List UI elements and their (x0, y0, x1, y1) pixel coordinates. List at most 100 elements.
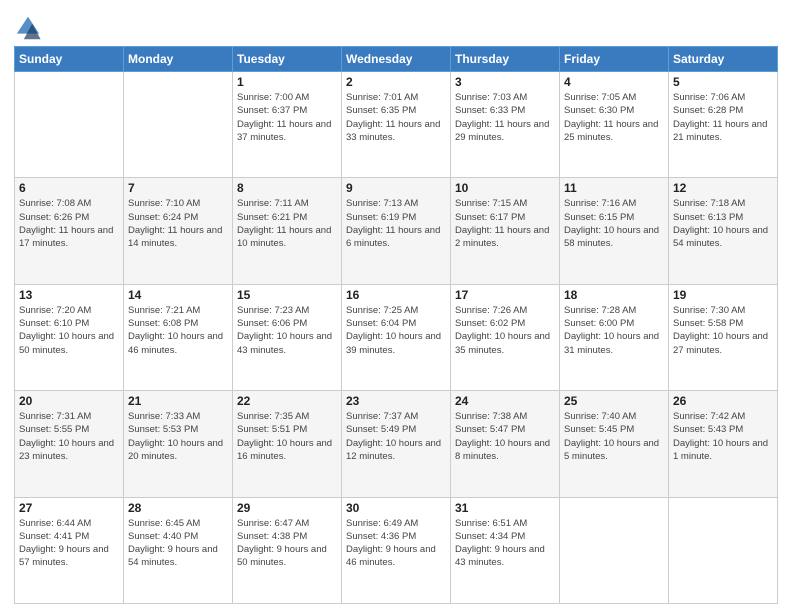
day-info: Sunrise: 7:21 AM Sunset: 6:08 PM Dayligh… (128, 304, 228, 357)
day-info: Sunrise: 6:51 AM Sunset: 4:34 PM Dayligh… (455, 517, 555, 570)
empty-cell (15, 72, 124, 178)
day-info: Sunrise: 7:31 AM Sunset: 5:55 PM Dayligh… (19, 410, 119, 463)
day-number: 26 (673, 394, 773, 408)
day-cell-11: 11Sunrise: 7:16 AM Sunset: 6:15 PM Dayli… (560, 178, 669, 284)
week-row-3: 13 Sunrise: 7:20 AM Sunset: 6:10 PM Dayli… (15, 284, 778, 390)
logo-icon (14, 14, 42, 42)
day-info: Sunrise: 7:15 AM Sunset: 6:17 PM Dayligh… (455, 197, 555, 250)
day-cell-25: 25 Sunrise: 7:40 AM Sunset: 5:45 PM Dayli… (560, 391, 669, 497)
day-info: Sunrise: 7:33 AM Sunset: 5:53 PM Dayligh… (128, 410, 228, 463)
day-cell-22: 22Sunrise: 7:35 AM Sunset: 5:51 PM Dayli… (233, 391, 342, 497)
day-info: Sunrise: 7:10 AM Sunset: 6:24 PM Dayligh… (128, 197, 228, 250)
day-number: 20 (19, 394, 119, 408)
day-number: 4 (564, 75, 664, 89)
header (14, 10, 778, 42)
header-row: SundayMondayTuesdayWednesdayThursdayFrid… (15, 47, 778, 72)
day-number: 15 (237, 288, 337, 302)
week-row-5: 27 Sunrise: 6:44 AM Sunset: 4:41 PM Dayli… (15, 497, 778, 603)
day-info: Sunrise: 7:05 AM Sunset: 6:30 PM Dayligh… (564, 91, 664, 144)
day-info: Sunrise: 7:16 AM Sunset: 6:15 PM Dayligh… (564, 197, 664, 250)
day-info: Sunrise: 7:40 AM Sunset: 5:45 PM Dayligh… (564, 410, 664, 463)
day-info: Sunrise: 7:38 AM Sunset: 5:47 PM Dayligh… (455, 410, 555, 463)
day-cell-16: 16Sunrise: 7:25 AM Sunset: 6:04 PM Dayli… (342, 284, 451, 390)
header-day-sunday: Sunday (15, 47, 124, 72)
day-cell-9: 9Sunrise: 7:13 AM Sunset: 6:19 PM Daylig… (342, 178, 451, 284)
day-cell-26: 26 Sunrise: 7:42 AM Sunset: 5:43 PM Dayli… (669, 391, 778, 497)
day-cell-23: 23 Sunrise: 7:37 AM Sunset: 5:49 PM Dayli… (342, 391, 451, 497)
day-cell-28: 28 Sunrise: 6:45 AM Sunset: 4:40 PM Dayli… (124, 497, 233, 603)
day-number: 30 (346, 501, 446, 515)
day-info: Sunrise: 7:37 AM Sunset: 5:49 PM Dayligh… (346, 410, 446, 463)
day-cell-24: 24 Sunrise: 7:38 AM Sunset: 5:47 PM Dayli… (451, 391, 560, 497)
day-info: Sunrise: 7:06 AM Sunset: 6:28 PM Dayligh… (673, 91, 773, 144)
empty-cell (669, 497, 778, 603)
day-info: Sunrise: 7:00 AM Sunset: 6:37 PM Dayligh… (237, 91, 337, 144)
day-number: 18 (564, 288, 664, 302)
day-cell-15: 15 Sunrise: 7:23 AM Sunset: 6:06 PM Dayli… (233, 284, 342, 390)
day-cell-31: 31 Sunrise: 6:51 AM Sunset: 4:34 PM Dayli… (451, 497, 560, 603)
header-day-friday: Friday (560, 47, 669, 72)
day-number: 24 (455, 394, 555, 408)
day-cell-10: 10 Sunrise: 7:15 AM Sunset: 6:17 PM Dayli… (451, 178, 560, 284)
day-number: 31 (455, 501, 555, 515)
day-cell-8: 8 Sunrise: 7:11 AM Sunset: 6:21 PM Daylig… (233, 178, 342, 284)
day-info: Sunrise: 7:08 AM Sunset: 6:26 PM Dayligh… (19, 197, 119, 250)
day-cell-14: 14 Sunrise: 7:21 AM Sunset: 6:08 PM Dayli… (124, 284, 233, 390)
day-info: Sunrise: 7:18 AM Sunset: 6:13 PM Dayligh… (673, 197, 773, 250)
day-number: 14 (128, 288, 228, 302)
day-info: Sunrise: 6:49 AM Sunset: 4:36 PM Dayligh… (346, 517, 446, 570)
day-cell-6: 6Sunrise: 7:08 AM Sunset: 6:26 PM Daylig… (15, 178, 124, 284)
day-number: 25 (564, 394, 664, 408)
day-info: Sunrise: 7:42 AM Sunset: 5:43 PM Dayligh… (673, 410, 773, 463)
day-cell-30: 30 Sunrise: 6:49 AM Sunset: 4:36 PM Dayli… (342, 497, 451, 603)
day-number: 9 (346, 181, 446, 195)
header-day-thursday: Thursday (451, 47, 560, 72)
header-day-tuesday: Tuesday (233, 47, 342, 72)
week-row-4: 20 Sunrise: 7:31 AM Sunset: 5:55 PM Dayli… (15, 391, 778, 497)
day-cell-20: 20 Sunrise: 7:31 AM Sunset: 5:55 PM Dayli… (15, 391, 124, 497)
day-number: 10 (455, 181, 555, 195)
week-row-1: 1 Sunrise: 7:00 AM Sunset: 6:37 PM Daylig… (15, 72, 778, 178)
week-row-2: 6Sunrise: 7:08 AM Sunset: 6:26 PM Daylig… (15, 178, 778, 284)
day-number: 5 (673, 75, 773, 89)
day-cell-4: 4 Sunrise: 7:05 AM Sunset: 6:30 PM Daylig… (560, 72, 669, 178)
day-cell-5: 5 Sunrise: 7:06 AM Sunset: 6:28 PM Daylig… (669, 72, 778, 178)
day-number: 21 (128, 394, 228, 408)
day-cell-13: 13 Sunrise: 7:20 AM Sunset: 6:10 PM Dayli… (15, 284, 124, 390)
day-cell-12: 12Sunrise: 7:18 AM Sunset: 6:13 PM Dayli… (669, 178, 778, 284)
day-cell-1: 1 Sunrise: 7:00 AM Sunset: 6:37 PM Daylig… (233, 72, 342, 178)
header-day-saturday: Saturday (669, 47, 778, 72)
day-info: Sunrise: 6:47 AM Sunset: 4:38 PM Dayligh… (237, 517, 337, 570)
day-number: 29 (237, 501, 337, 515)
day-info: Sunrise: 7:35 AM Sunset: 5:51 PM Dayligh… (237, 410, 337, 463)
day-cell-3: 3 Sunrise: 7:03 AM Sunset: 6:33 PM Daylig… (451, 72, 560, 178)
day-info: Sunrise: 7:20 AM Sunset: 6:10 PM Dayligh… (19, 304, 119, 357)
day-info: Sunrise: 7:11 AM Sunset: 6:21 PM Dayligh… (237, 197, 337, 250)
day-info: Sunrise: 7:30 AM Sunset: 5:58 PM Dayligh… (673, 304, 773, 357)
day-info: Sunrise: 7:28 AM Sunset: 6:00 PM Dayligh… (564, 304, 664, 357)
header-day-wednesday: Wednesday (342, 47, 451, 72)
calendar-body: 1 Sunrise: 7:00 AM Sunset: 6:37 PM Daylig… (15, 72, 778, 604)
day-info: Sunrise: 7:01 AM Sunset: 6:35 PM Dayligh… (346, 91, 446, 144)
day-number: 23 (346, 394, 446, 408)
day-cell-27: 27 Sunrise: 6:44 AM Sunset: 4:41 PM Dayli… (15, 497, 124, 603)
day-number: 17 (455, 288, 555, 302)
day-cell-29: 29 Sunrise: 6:47 AM Sunset: 4:38 PM Dayli… (233, 497, 342, 603)
empty-cell (560, 497, 669, 603)
day-number: 3 (455, 75, 555, 89)
day-number: 28 (128, 501, 228, 515)
header-day-monday: Monday (124, 47, 233, 72)
calendar-table: SundayMondayTuesdayWednesdayThursdayFrid… (14, 46, 778, 604)
day-number: 13 (19, 288, 119, 302)
day-info: Sunrise: 7:23 AM Sunset: 6:06 PM Dayligh… (237, 304, 337, 357)
day-info: Sunrise: 7:03 AM Sunset: 6:33 PM Dayligh… (455, 91, 555, 144)
day-number: 1 (237, 75, 337, 89)
day-info: Sunrise: 6:45 AM Sunset: 4:40 PM Dayligh… (128, 517, 228, 570)
day-cell-7: 7 Sunrise: 7:10 AM Sunset: 6:24 PM Daylig… (124, 178, 233, 284)
day-info: Sunrise: 6:44 AM Sunset: 4:41 PM Dayligh… (19, 517, 119, 570)
day-number: 8 (237, 181, 337, 195)
day-number: 7 (128, 181, 228, 195)
day-info: Sunrise: 7:26 AM Sunset: 6:02 PM Dayligh… (455, 304, 555, 357)
day-number: 27 (19, 501, 119, 515)
day-cell-19: 19Sunrise: 7:30 AM Sunset: 5:58 PM Dayli… (669, 284, 778, 390)
